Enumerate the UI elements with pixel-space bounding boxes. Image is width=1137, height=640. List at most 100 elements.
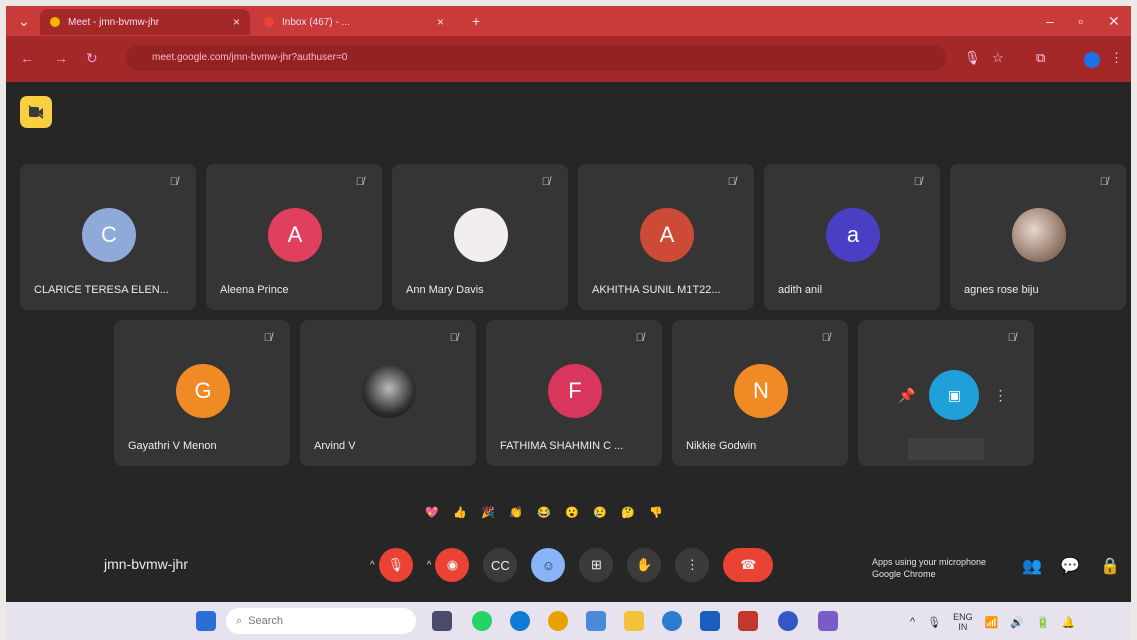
thinking-reaction[interactable]: 🤔 [618,502,638,522]
people-icon[interactable]: 👥 [1022,556,1042,576]
avatar-photo [1012,208,1066,262]
captions-button[interactable]: CC [483,548,518,582]
menu-icon[interactable]: ⋮ [1110,50,1123,66]
new-tab-icon[interactable]: + [472,13,480,29]
chrome-icon[interactable] [548,611,568,631]
sad-reaction[interactable]: 😢 [590,502,610,522]
video-off-icon [20,96,52,128]
mic-off-icon: 🎙̸ [449,332,458,344]
tab-meet[interactable]: Meet - jmn-bvmw-jhr × [40,9,250,35]
mic-off-icon: 🎙̸ [727,176,736,188]
volume-icon[interactable]: 🔊 [1010,616,1024,629]
reaction-bar: 💖 👍 🎉 👏 😂 😮 😢 🤔 👎 [422,502,666,522]
tab-label: Inbox (467) - ... [282,16,350,28]
forward-icon[interactable]: → [54,50,68,66]
taskbar-search[interactable]: ⌕ Search [226,608,416,634]
microphone-icon[interactable]: 🎙 [927,616,941,629]
avatar-photo [362,364,416,418]
battery-icon[interactable]: 🔋 [1036,616,1050,629]
avatar: N [734,364,788,418]
profile-avatar[interactable] [1084,52,1100,68]
url-text: meet.google.com/jmn-bvmw-jhr?authuser=0 [152,52,348,63]
avatar: F [548,364,602,418]
reload-icon[interactable]: ↻ [86,50,98,67]
call-controls: ^ 🎙 ^ ◉ CC ☺ ⊞ ✋ ⋮ ☎ [370,548,774,582]
party-reaction[interactable]: 🎉 [478,502,498,522]
more-options-button[interactable]: ⋮ [675,548,710,582]
bookmark-star-icon[interactable]: ☆ [992,50,1004,66]
avatar: A [640,208,694,262]
app-icon[interactable] [818,611,838,631]
browser-toolbar: ← → ↻ meet.google.com/jmn-bvmw-jhr?authu… [6,36,1131,82]
mic-toggle-button[interactable]: 🎙 [378,548,413,582]
participant-tile[interactable]: 🎙̸ G Gayathri V Menon [114,320,290,466]
app-icon[interactable] [738,611,758,631]
mic-off-icon: 🎙̸ [355,176,364,188]
whatsapp-icon[interactable] [472,611,492,631]
close-icon[interactable]: × [233,15,240,29]
tab-search-icon[interactable]: ⌄ [18,13,30,30]
app-icon[interactable] [662,611,682,631]
reactions-button[interactable]: ☺ [531,548,566,582]
notification-icon[interactable]: 🔔 [1062,616,1076,629]
mic-notice-line2: Google Chrome [872,569,936,579]
participant-tile[interactable]: 🎙̸ C CLARICE TERESA ELEN... [20,164,196,310]
tab-inbox[interactable]: Inbox (467) - ... × [254,9,454,35]
search-icon: ⌕ [236,614,243,627]
mic-usage-notice: Apps using your microphone Google Chrome [872,556,986,580]
participant-tile[interactable]: 🎙̸ agnes rose biju [950,164,1126,310]
self-video-icon[interactable]: ▣ [929,370,980,420]
app-icon[interactable] [778,611,798,631]
self-preview [908,438,984,460]
microphone-icon[interactable]: 🎙 [964,50,981,66]
participant-tile[interactable]: 🎙̸ Arvind V [300,320,476,466]
thumbs-down-reaction[interactable]: 👎 [646,502,666,522]
pin-icon[interactable]: 📌 [898,387,915,404]
participant-name: Ann Mary Davis [406,284,484,296]
gmail-favicon-icon [264,17,274,27]
minimize-icon[interactable]: – [1046,13,1054,29]
camera-toggle-button[interactable]: ◉ [435,548,470,582]
close-icon[interactable]: × [437,15,444,29]
address-bar[interactable]: meet.google.com/jmn-bvmw-jhr?authuser=0 [126,45,946,71]
language-indicator[interactable]: ENG IN [953,612,973,632]
thumbs-up-reaction[interactable]: 👍 [450,502,470,522]
present-button[interactable]: ⊞ [579,548,614,582]
participant-tile[interactable]: 🎙̸ A Aleena Prince [206,164,382,310]
mic-off-icon: 🎙̸ [635,332,644,344]
back-icon[interactable]: ← [20,50,34,66]
host-controls-icon[interactable]: 🔒 [1100,556,1120,576]
participant-tile[interactable]: 🎙̸ Ann Mary Davis [392,164,568,310]
participant-tile[interactable]: 🎙̸ N Nikkie Godwin [672,320,848,466]
app-icon[interactable] [700,611,720,631]
chevron-up-icon[interactable]: ^ [427,560,432,571]
chevron-up-icon[interactable]: ^ [910,616,915,628]
heart-reaction[interactable]: 💖 [422,502,442,522]
mic-off-icon: 🎙̸ [541,176,550,188]
surprised-reaction[interactable]: 😮 [562,502,582,522]
extensions-icon[interactable]: ⧉ [1036,50,1045,66]
more-options-icon[interactable]: ⋮ [993,387,1007,404]
lang-region: IN [958,622,968,632]
maximize-icon[interactable]: ▫ [1078,13,1083,29]
chevron-up-icon[interactable]: ^ [370,560,375,571]
participant-tile[interactable]: 🎙̸ F FATHIMA SHAHMIN C ... [486,320,662,466]
mic-off-icon: 🎙̸ [913,176,922,188]
start-icon[interactable] [196,611,216,631]
lang-code: ENG [953,612,973,622]
leave-call-button[interactable]: ☎ [723,548,774,582]
chat-icon[interactable]: 💬 [1060,556,1080,576]
laugh-reaction[interactable]: 😂 [534,502,554,522]
wifi-icon[interactable]: 📶 [985,616,999,629]
self-view-tile[interactable]: 🎙̸ 📌 ▣ ⋮ [858,320,1034,466]
task-view-icon[interactable] [432,611,452,631]
clap-reaction[interactable]: 👏 [506,502,526,522]
store-icon[interactable] [586,611,606,631]
participant-tile[interactable]: 🎙̸ A AKHITHA SUNIL M1T22... [578,164,754,310]
avatar: C [82,208,136,262]
file-explorer-icon[interactable] [624,611,644,631]
raise-hand-button[interactable]: ✋ [627,548,662,582]
participant-tile[interactable]: 🎙̸ a adith anil [764,164,940,310]
close-window-icon[interactable]: ✕ [1108,13,1120,30]
edge-icon[interactable] [510,611,530,631]
